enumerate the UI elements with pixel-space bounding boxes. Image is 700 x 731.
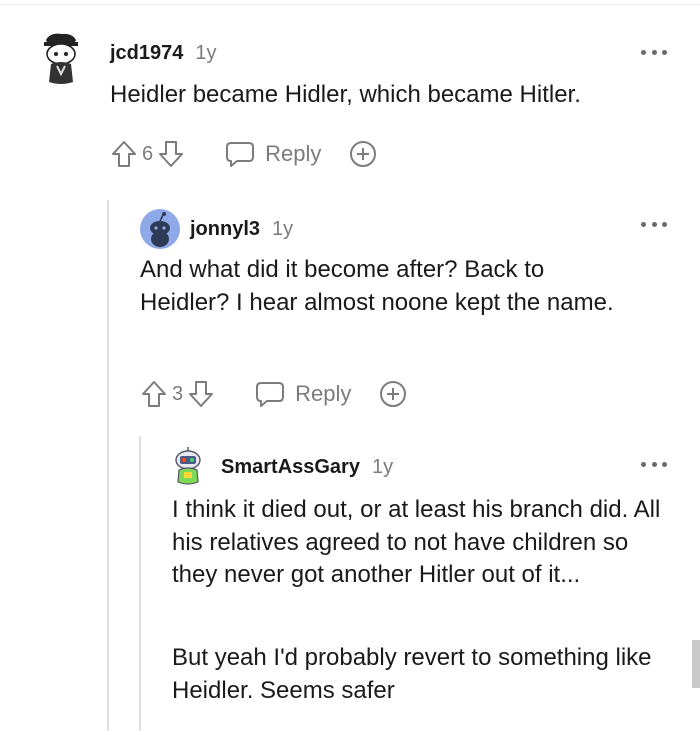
comment-jonnyl3: jonnyl3 1y And what did it become after?… bbox=[0, 190, 700, 430]
timestamp: 1y bbox=[272, 218, 294, 240]
downvote-arrow-icon bbox=[159, 141, 184, 167]
dot bbox=[641, 221, 646, 227]
comment-actions: 6 Reply bbox=[110, 137, 379, 171]
award-button[interactable] bbox=[377, 378, 409, 410]
avatar[interactable] bbox=[38, 30, 82, 86]
comment-header: SmartAssGary 1y bbox=[221, 456, 393, 479]
more-options-button[interactable] bbox=[641, 47, 667, 57]
timestamp: 1y bbox=[371, 456, 394, 478]
add-award-icon bbox=[380, 381, 407, 407]
dot bbox=[641, 49, 646, 55]
reply-button[interactable]: Reply bbox=[225, 140, 321, 168]
comment-actions: 3 Reply bbox=[140, 377, 409, 411]
reply-button[interactable]: Reply bbox=[255, 380, 351, 408]
speech-bubble-icon bbox=[226, 142, 255, 167]
dot bbox=[662, 221, 667, 227]
comment-jcd1974: jcd1974 1y Heidler became Hidler, which … bbox=[0, 0, 700, 190]
more-options-button[interactable] bbox=[641, 459, 667, 469]
speech-bubble-icon bbox=[256, 382, 285, 407]
dot bbox=[651, 461, 657, 467]
scrollbar-thumb[interactable] bbox=[692, 640, 700, 688]
upvote-arrow-icon bbox=[142, 381, 166, 407]
award-button[interactable] bbox=[347, 138, 379, 170]
dot bbox=[662, 461, 667, 467]
reply-label: Reply bbox=[295, 381, 352, 406]
username[interactable]: SmartAssGary bbox=[221, 456, 360, 479]
dot bbox=[662, 49, 667, 55]
upvote-button[interactable] bbox=[110, 139, 138, 169]
snoo-avatar-icon bbox=[44, 33, 78, 84]
comment-header: jcd1974 1y bbox=[110, 42, 217, 65]
upvote-button[interactable] bbox=[140, 379, 168, 409]
username[interactable]: jcd1974 bbox=[110, 42, 183, 65]
avatar[interactable] bbox=[140, 209, 180, 249]
comment-smartassgary: SmartAssGary 1y I think it died out, or … bbox=[0, 430, 700, 731]
comment-body: Heidler became Hidler, which became Hitl… bbox=[110, 81, 581, 108]
vote-count: 3 bbox=[172, 382, 184, 405]
comment-header: jonnyl3 1y bbox=[190, 218, 293, 241]
snoo-avatar-icon bbox=[175, 447, 201, 485]
upvote-arrow-icon bbox=[112, 141, 136, 167]
vote-count: 6 bbox=[142, 142, 154, 165]
dot bbox=[651, 221, 657, 227]
downvote-button[interactable] bbox=[157, 139, 185, 169]
comment-body: And what did it become after? Back to He… bbox=[140, 256, 614, 316]
more-options-button[interactable] bbox=[641, 219, 667, 229]
downvote-arrow-icon bbox=[189, 381, 214, 407]
downvote-button[interactable] bbox=[187, 379, 215, 409]
comment-body-paragraph-2: But yeah I'd probably revert to somethin… bbox=[172, 644, 652, 704]
comment-body-paragraph-1: I think it died out, or at least his bra… bbox=[172, 496, 661, 588]
add-award-icon bbox=[350, 141, 377, 167]
timestamp: 1y bbox=[195, 42, 217, 64]
username[interactable]: jonnyl3 bbox=[190, 218, 260, 241]
snoo-avatar-icon bbox=[150, 212, 170, 247]
avatar[interactable] bbox=[171, 446, 205, 488]
dot bbox=[641, 461, 646, 467]
dot bbox=[651, 49, 657, 55]
reply-label: Reply bbox=[265, 141, 322, 166]
